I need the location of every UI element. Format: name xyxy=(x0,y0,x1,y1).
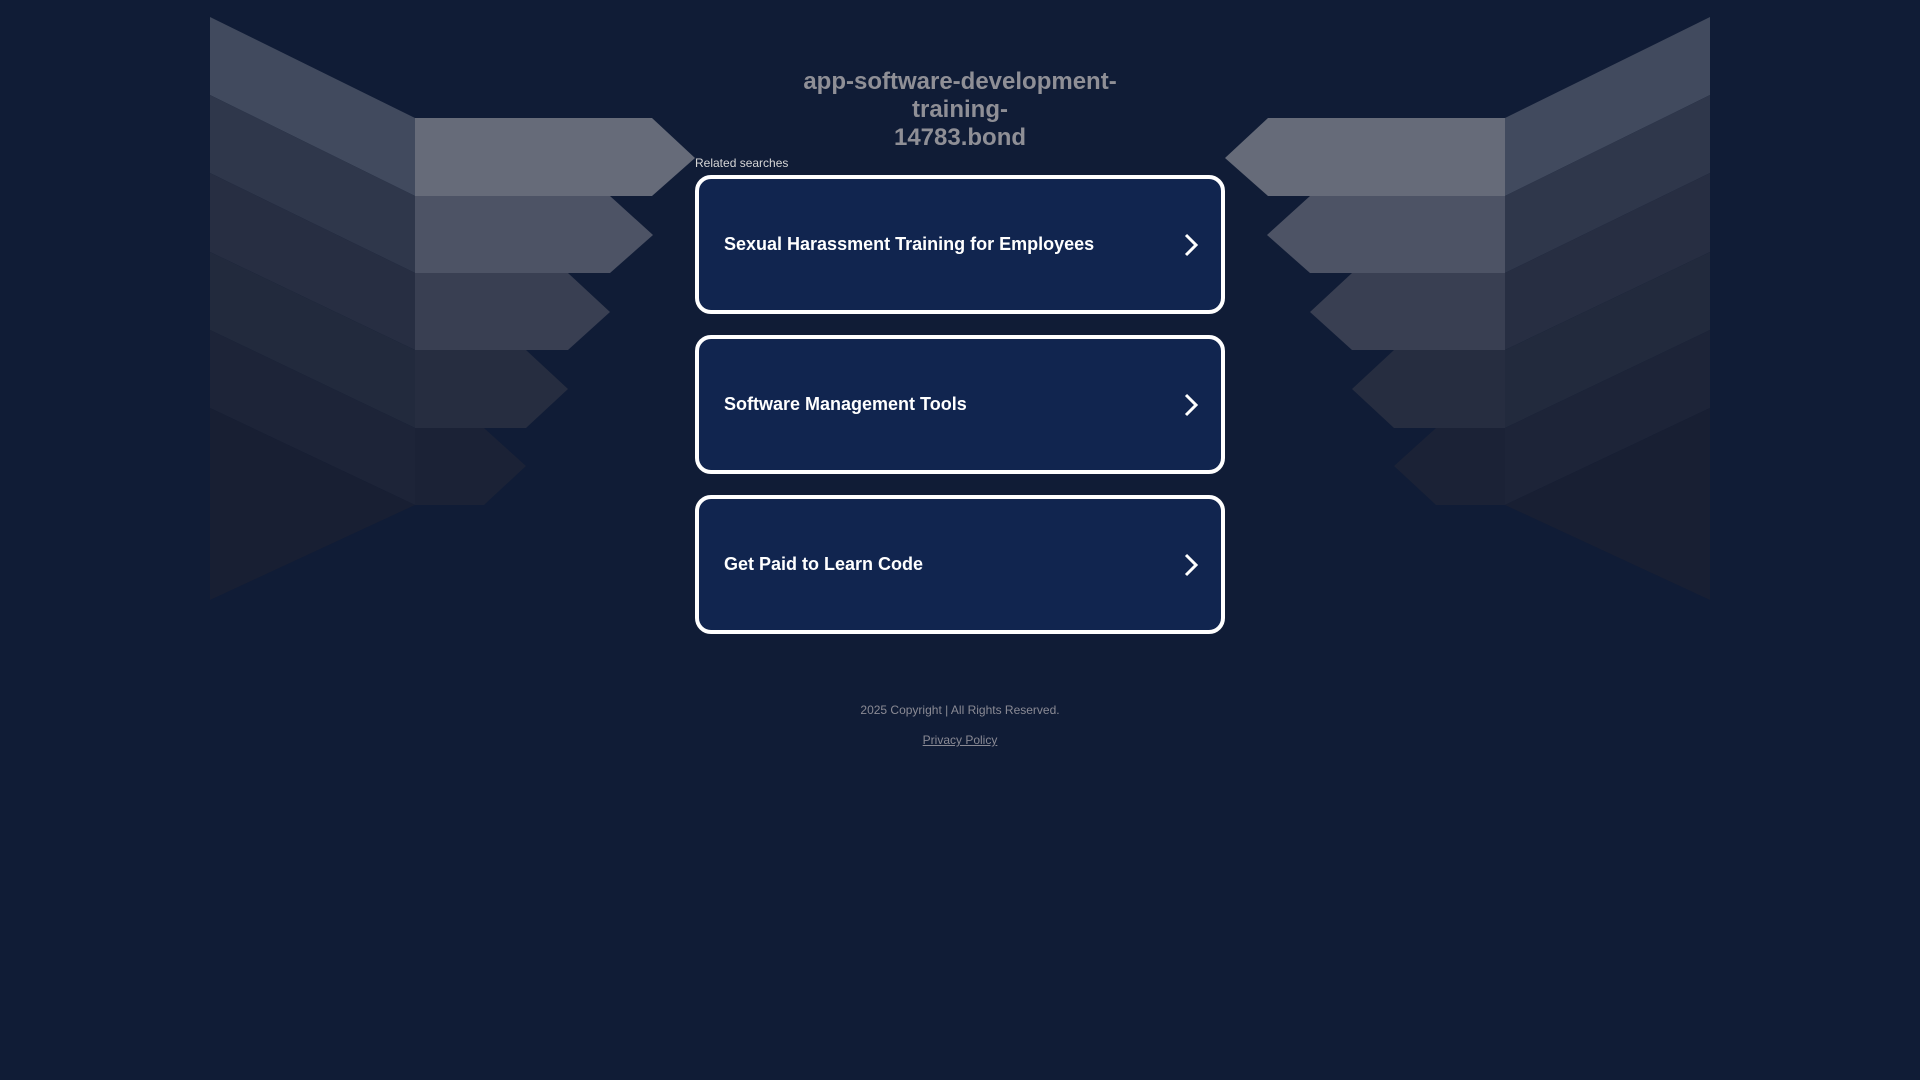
privacy-policy-link[interactable]: Privacy Policy xyxy=(923,733,998,747)
domain-title-line1: app-software-development-training- xyxy=(803,68,1117,123)
domain-title-line2: 14783.bond xyxy=(893,124,1027,151)
parked-page: app-software-development-training- 14783… xyxy=(0,0,1920,1080)
related-search-link-1[interactable]: Sexual Harassment Training for Employees xyxy=(695,175,1225,314)
footer: 2025 Copyright | All Rights Reserved. Pr… xyxy=(0,703,1920,749)
chevron-right-icon xyxy=(1179,391,1203,419)
related-search-label: Get Paid to Learn Code xyxy=(724,554,924,574)
related-search-label: Sexual Harassment Training for Employees xyxy=(724,234,1095,254)
copyright-text: 2025 Copyright | All Rights Reserved. xyxy=(860,703,1060,717)
related-search-link-2[interactable]: Software Management Tools xyxy=(695,335,1225,474)
related-search-link-3[interactable]: Get Paid to Learn Code xyxy=(695,495,1225,634)
related-searches-label: Related searches xyxy=(695,156,789,170)
chevron-right-icon xyxy=(1179,551,1203,579)
domain-title: app-software-development-training- 14783… xyxy=(760,68,1160,152)
related-searches-list: Sexual Harassment Training for Employees… xyxy=(695,175,1225,655)
related-search-label: Software Management Tools xyxy=(724,394,967,414)
chevron-right-icon xyxy=(1179,231,1203,259)
